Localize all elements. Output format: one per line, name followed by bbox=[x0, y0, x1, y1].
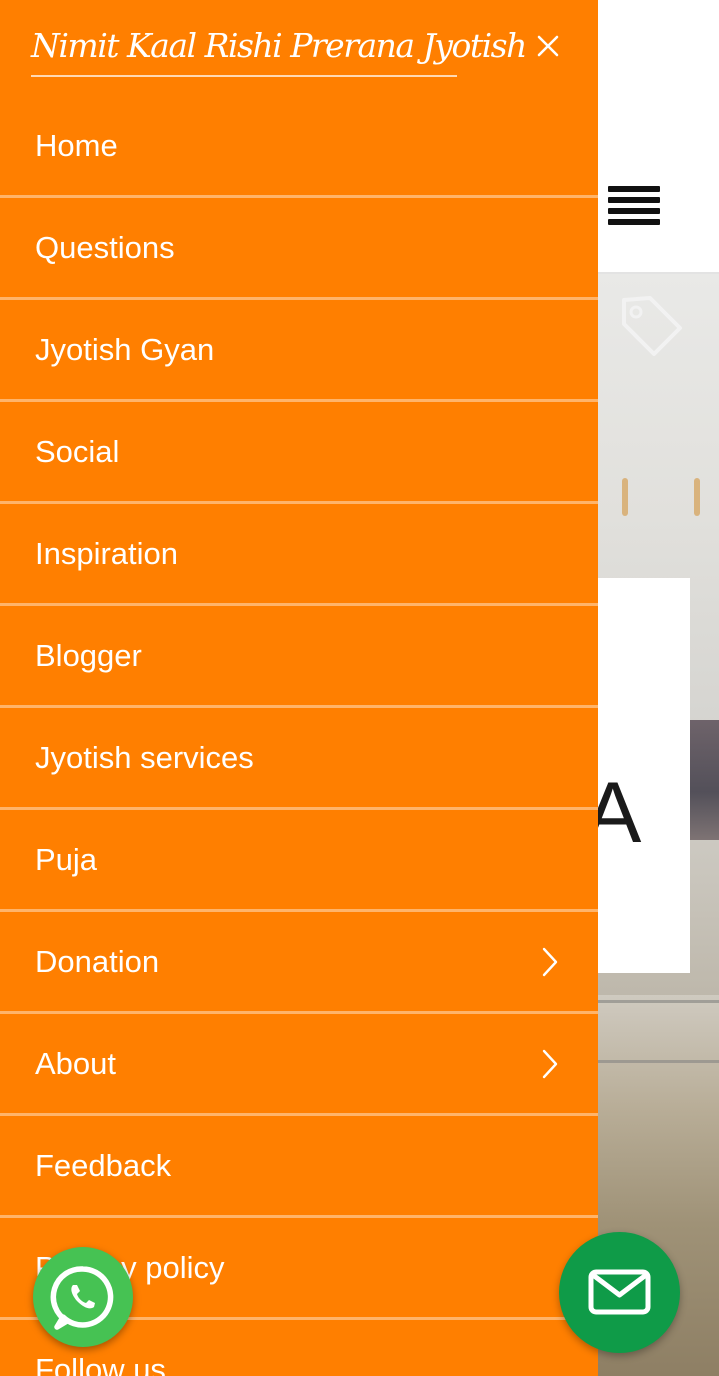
drawer-menu: Home Questions Jyotish Gyan Social Inspi… bbox=[0, 96, 598, 1376]
mail-icon bbox=[588, 1269, 651, 1315]
menu-item-label: About bbox=[35, 1045, 117, 1081]
menu-item-label: Jyotish Gyan bbox=[35, 331, 215, 367]
menu-item-about[interactable]: About bbox=[0, 1014, 598, 1116]
navigation-drawer: Nimit Kaal Rishi Prerana Jyotish Home Qu… bbox=[0, 0, 598, 1376]
chevron-right-icon[interactable] bbox=[540, 1048, 560, 1080]
menu-item-label: Questions bbox=[35, 229, 175, 265]
brand-underline bbox=[31, 75, 457, 77]
menu-item-label: Follow us bbox=[35, 1351, 166, 1376]
menu-item-label: Social bbox=[35, 433, 120, 469]
menu-item-blogger[interactable]: Blogger bbox=[0, 606, 598, 708]
photo-stripe bbox=[598, 1060, 719, 1063]
close-icon[interactable] bbox=[530, 28, 566, 64]
menu-item-social[interactable]: Social bbox=[0, 402, 598, 504]
menu-item-jyotish-services[interactable]: Jyotish services bbox=[0, 708, 598, 810]
menu-item-inspiration[interactable]: Inspiration bbox=[0, 504, 598, 606]
photo-flag bbox=[622, 478, 628, 516]
menu-item-label: Home bbox=[35, 127, 118, 163]
menu-item-puja[interactable]: Puja bbox=[0, 810, 598, 912]
menu-item-label: Blogger bbox=[35, 637, 142, 673]
chevron-right-icon[interactable] bbox=[540, 946, 560, 978]
menu-item-home[interactable]: Home bbox=[0, 96, 598, 198]
menu-item-label: Puja bbox=[35, 841, 98, 877]
hamburger-menu-icon[interactable] bbox=[608, 186, 660, 228]
site-brand[interactable]: Nimit Kaal Rishi Prerana Jyotish bbox=[31, 26, 527, 65]
whatsapp-icon bbox=[50, 1266, 114, 1330]
photo-stripe bbox=[598, 1000, 719, 1003]
menu-item-label: Feedback bbox=[35, 1147, 172, 1183]
menu-item-label: Donation bbox=[35, 943, 160, 979]
menu-item-questions[interactable]: Questions bbox=[0, 198, 598, 300]
whatsapp-button[interactable] bbox=[33, 1247, 133, 1347]
menu-item-feedback[interactable]: Feedback bbox=[0, 1116, 598, 1218]
photo-flag bbox=[694, 478, 700, 516]
contact-mail-button[interactable] bbox=[559, 1232, 680, 1353]
tag-icon bbox=[622, 296, 682, 356]
photo-people bbox=[688, 720, 719, 840]
menu-item-donation[interactable]: Donation bbox=[0, 912, 598, 1014]
drawer-header: Nimit Kaal Rishi Prerana Jyotish bbox=[0, 0, 598, 96]
menu-item-jyotish-gyan[interactable]: Jyotish Gyan bbox=[0, 300, 598, 402]
menu-item-label: Inspiration bbox=[35, 535, 179, 571]
menu-item-label: Jyotish services bbox=[35, 739, 254, 775]
